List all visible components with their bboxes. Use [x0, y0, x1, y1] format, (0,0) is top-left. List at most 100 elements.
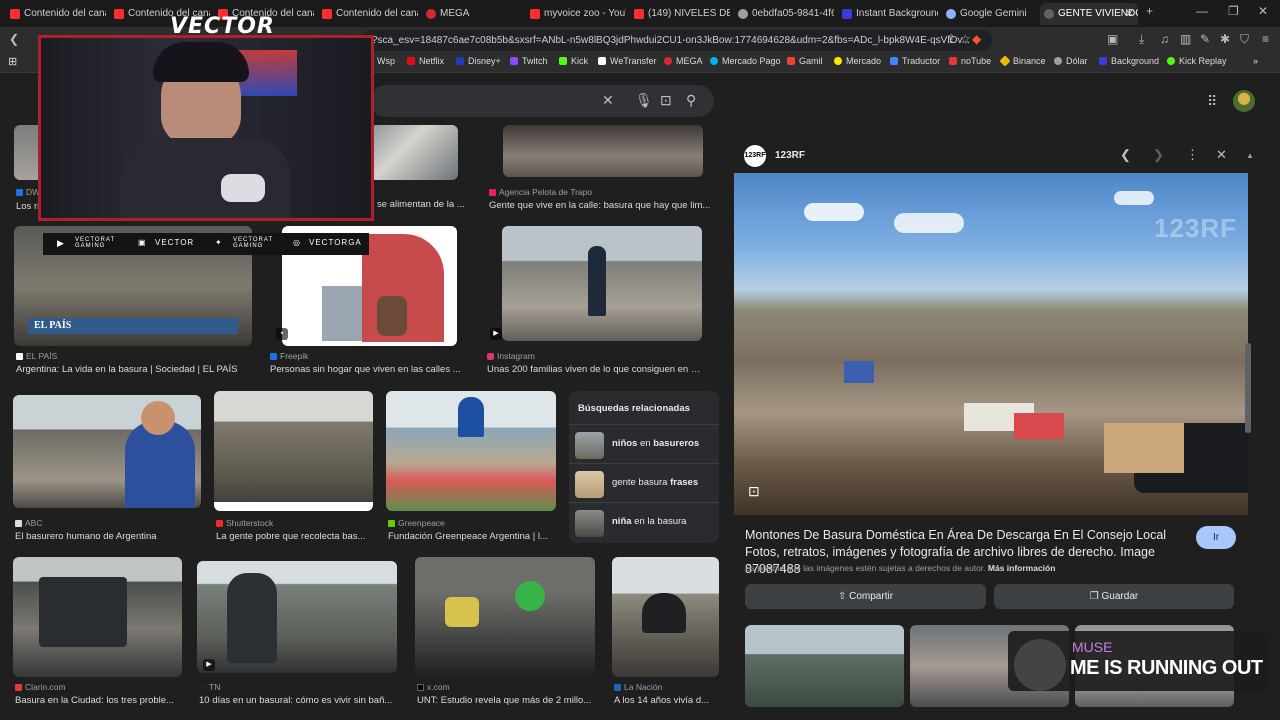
bookmark-netflix[interactable]: Netflix — [407, 56, 444, 66]
bookmark-kick[interactable]: Kick — [559, 56, 588, 66]
bookmark-dolar[interactable]: Dólar — [1054, 56, 1088, 66]
site-name[interactable]: 123RF — [775, 150, 805, 161]
result-title[interactable]: Personas sin hogar que viven en las call… — [270, 364, 466, 375]
brave-shield-icon[interactable]: ◆ — [972, 32, 981, 46]
lens-icon[interactable]: ⊡ — [660, 92, 672, 109]
bookmark-disney[interactable]: Disney+ — [456, 56, 501, 66]
new-tab-icon[interactable]: + — [1146, 4, 1153, 18]
apps-icon[interactable]: ⊞ — [8, 55, 17, 68]
tab-8[interactable]: 0ebdfa05-9841-4f6 — [734, 3, 834, 25]
tab-1[interactable]: Contenido del canal — [6, 3, 106, 25]
instagram-icon: ◎ — [293, 238, 301, 247]
result-image[interactable] — [503, 125, 703, 177]
tab-active[interactable]: GENTE VIVIENDO ✕ — [1040, 3, 1138, 25]
share-page-icon[interactable]: ⇪ — [946, 32, 956, 46]
close-tab-icon[interactable]: ✕ — [1125, 3, 1134, 25]
result-image[interactable] — [370, 125, 458, 180]
result-image[interactable] — [612, 557, 719, 677]
tab-7[interactable]: (149) NIVELES DE P — [630, 3, 730, 25]
result-title[interactable]: UNT: Estudio revela que más de 2 millo..… — [417, 695, 597, 706]
twitch-icon: ▣ — [138, 238, 147, 247]
previous-icon[interactable]: ❮ — [1120, 147, 1131, 163]
gemini-icon — [946, 9, 956, 19]
microphone-icon[interactable]: 🎙 — [635, 92, 653, 109]
bookmark-gmail[interactable]: Gamil — [787, 56, 823, 66]
search-icon[interactable]: ⚲ — [686, 92, 696, 109]
result-image[interactable] — [415, 557, 595, 677]
related-item[interactable]: niña en la basura — [569, 503, 719, 542]
avatar[interactable] — [1233, 90, 1255, 112]
back-icon[interactable]: ❮ — [9, 32, 19, 46]
bookmark-star-icon[interactable]: ☆ — [960, 32, 971, 46]
result-title[interactable]: La gente pobre que recolecta bas... — [216, 531, 373, 542]
result-image[interactable] — [502, 226, 702, 341]
sidebar-icon[interactable]: ▣ — [1107, 32, 1118, 46]
bookmark-mega[interactable]: MEGA — [664, 56, 703, 66]
bookmark-mercado[interactable]: Mercado — [834, 56, 881, 66]
result-image[interactable] — [197, 561, 397, 673]
preview-image[interactable]: 123RF ⊡ — [734, 173, 1248, 515]
close-window-icon[interactable]: ✕ — [1258, 4, 1268, 18]
notube-icon — [949, 57, 957, 65]
wetransfer-icon — [598, 57, 606, 65]
kick-icon — [559, 57, 567, 65]
minimize-icon[interactable]: — — [1196, 4, 1208, 18]
mercado-pago-icon — [710, 57, 718, 65]
result-title[interactable]: El basurero humano de Argentina — [15, 531, 201, 542]
bookmark-background[interactable]: Background — [1099, 56, 1159, 66]
close-panel-icon[interactable]: ✕ — [1216, 147, 1227, 163]
download-icon[interactable]: ⤓ — [1139, 32, 1144, 47]
twitch-icon — [510, 57, 518, 65]
result-title[interactable]: 10 días en un basural: cómo es vivir sin… — [199, 695, 399, 706]
next-icon[interactable]: ❯ — [1153, 147, 1164, 163]
menu-icon[interactable]: ≡ — [1262, 32, 1269, 46]
tab-10[interactable]: Google Gemini — [942, 3, 1042, 25]
result-image[interactable] — [13, 395, 201, 508]
reading-icon[interactable]: ▥ — [1180, 32, 1191, 46]
more-options-icon[interactable]: ⋮ — [1186, 147, 1199, 163]
restore-icon[interactable]: ❐ — [1228, 4, 1239, 18]
more-bookmarks-icon[interactable]: » — [1253, 56, 1258, 66]
result-title[interactable]: A los 14 años vivía d... — [614, 695, 718, 706]
bookmark-kick-replay[interactable]: Kick Replay — [1167, 56, 1227, 66]
save-button[interactable]: ❐ Guardar — [994, 584, 1234, 609]
more-info-link[interactable]: Más información — [988, 563, 1056, 573]
share-button[interactable]: ⇧ Compartir — [745, 584, 986, 609]
lens-search-icon[interactable]: ⊡ — [748, 483, 760, 500]
result-image[interactable] — [13, 557, 182, 677]
result-title[interactable]: Argentina: La vida en la basura | Socied… — [16, 364, 254, 375]
image-badge-icon: ▪ — [276, 328, 288, 340]
search-box[interactable]: ✕ 🎙 ⊡ ⚲ — [370, 85, 714, 117]
vpn-shield-icon[interactable]: ⛉ — [1240, 32, 1249, 47]
scroll-up-icon[interactable]: ▲ — [1246, 151, 1254, 160]
panel-scrollbar[interactable] — [1245, 343, 1251, 433]
result-image[interactable] — [386, 391, 556, 511]
tab-5[interactable]: MEGA — [422, 3, 522, 25]
result-title[interactable]: se alimentan de la ... — [377, 199, 477, 210]
related-image[interactable] — [745, 625, 904, 707]
result-title[interactable]: Gente que vive en la calle: basura que h… — [489, 200, 717, 211]
result-image[interactable] — [214, 391, 373, 511]
bookmark-binance[interactable]: Binance — [999, 55, 1046, 67]
bookmark-twitch[interactable]: Twitch — [510, 56, 548, 66]
related-item[interactable]: niños en basureros — [569, 425, 719, 464]
media-icon[interactable]: ♫ — [1160, 32, 1169, 46]
bookmark-mercado-pago[interactable]: Mercado Pago — [710, 56, 781, 66]
tab-9[interactable]: Instant Background — [838, 3, 938, 25]
puzzle-icon[interactable]: ✱ — [1220, 32, 1230, 46]
clear-search-icon[interactable]: ✕ — [602, 92, 614, 109]
related-item[interactable]: gente basura frases — [569, 464, 719, 503]
result-title[interactable]: Unas 200 familias viven de lo que consig… — [487, 364, 705, 375]
google-apps-icon[interactable]: ⠿ — [1207, 93, 1217, 110]
visit-button[interactable]: Ir — [1196, 526, 1236, 549]
result-title[interactable]: Basura en la Ciudad: los tres proble... — [15, 695, 185, 706]
extensions-icon[interactable]: ✎ — [1200, 32, 1210, 46]
bookmark-traductor[interactable]: Traductor — [890, 56, 940, 66]
tab-4[interactable]: Contenido del canal — [318, 3, 418, 25]
result-title[interactable]: Fundación Greenpeace Argentina | l... — [388, 531, 554, 542]
youtube-icon — [530, 9, 540, 19]
bookmark-wetransfer[interactable]: WeTransfer — [598, 56, 657, 66]
bookmark-notube[interactable]: noTube — [949, 56, 991, 66]
address-bar[interactable]: ?sca_esv=18487c6ae7c08b5b&sxsrf=ANbL-n5w… — [362, 30, 992, 51]
tab-6[interactable]: myvoice zoo - YouT — [526, 3, 626, 25]
